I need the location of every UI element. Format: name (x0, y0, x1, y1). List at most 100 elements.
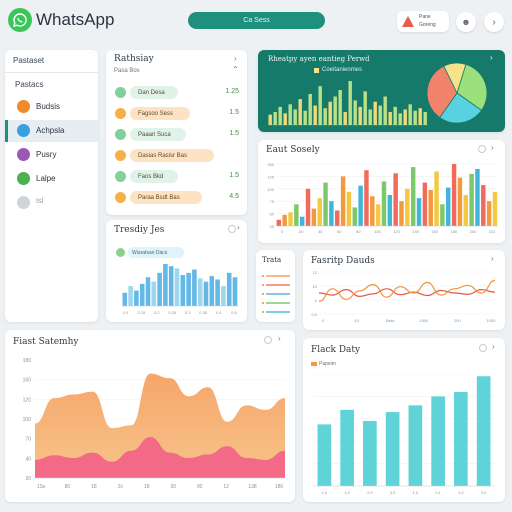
chat-row[interactable]: Faos Bkd 1.5 (106, 168, 247, 186)
profile-name: Pane (419, 14, 431, 20)
sidebar-item-budsis[interactable]: Budsis (5, 96, 98, 118)
x-tick-label: 0.3 (185, 310, 191, 315)
x-tick-label: 3.0 (390, 490, 396, 495)
bar (422, 182, 428, 226)
profile-chip[interactable]: Pane Goreng (397, 11, 449, 32)
bar (186, 272, 191, 306)
bar (221, 286, 226, 306)
sidebar-item-lalpe[interactable]: Lalpe (5, 168, 98, 190)
x-tick-label: 0.2 (154, 310, 160, 315)
x-tick-label: 2.0 (367, 490, 373, 495)
y-tick-label: 25 (270, 224, 275, 229)
chevron-right-icon[interactable]: › (484, 12, 504, 32)
area-chart-title: Fiast Satemhy (13, 337, 79, 347)
chat-avatar-icon (115, 171, 126, 182)
bar (353, 100, 357, 125)
bar (180, 275, 186, 306)
y-tick-label: 20 (25, 476, 31, 482)
sidebar-section-label: Pastacs (15, 80, 44, 89)
bar (298, 99, 302, 125)
y-tick-label: 0.5 (311, 312, 317, 317)
x-tick-label: 200 (470, 229, 477, 234)
overview-title: Rheatpy ayen eantieg Perwd (268, 55, 370, 63)
chat-avatar-icon (115, 192, 126, 203)
chat-row[interactable]: Paaan Suca 1.5 (106, 126, 247, 144)
sidebar-item-pusry[interactable]: Pusry (5, 144, 98, 166)
bar (151, 281, 157, 306)
bar (283, 113, 287, 125)
x-tick-label: 1500 (419, 318, 429, 323)
x-tick-label: 0.4 (216, 310, 222, 315)
bar (388, 112, 392, 125)
info-icon[interactable] (478, 145, 486, 153)
y-tick-label: 75 (270, 199, 275, 204)
overview-bar-chart (268, 81, 428, 126)
item-avatar-icon (17, 148, 30, 161)
chat-row[interactable]: Dan Desa 1.25 (106, 84, 247, 102)
item-avatar-icon (17, 124, 30, 137)
sidebar: Pastaset Pastacs Budsis Achpsla Pusry La… (5, 50, 98, 322)
chat-row[interactable]: Paraa Bsdt Bas 4.5 (106, 189, 247, 207)
bar (408, 405, 423, 486)
info-icon[interactable] (479, 344, 487, 352)
bar (446, 187, 451, 226)
bar (454, 391, 468, 486)
bar (215, 279, 220, 306)
bar (268, 114, 272, 125)
whatsapp-logo-icon (8, 8, 32, 32)
chevron-right-icon[interactable]: › (491, 254, 494, 263)
chevron-right-icon[interactable]: › (278, 334, 281, 343)
chat-row[interactable]: Fagsoo Sess 1.5 (106, 105, 247, 123)
chevron-up-icon[interactable]: ⌃ (232, 65, 239, 74)
bar (163, 264, 168, 306)
bar (375, 204, 381, 226)
x-tick-label: 80 (356, 229, 361, 234)
bar (413, 110, 417, 125)
bar (373, 101, 377, 125)
sidebar-item-isl[interactable]: Isl (5, 192, 98, 214)
overview-panel: Rheatpy ayen eantieg Perwd Coeitanienmes… (258, 50, 505, 132)
line-chart-title: Fasritp Dauds (311, 256, 375, 266)
bar (399, 201, 404, 226)
eaut-sosely-panel: Eaut Sosely › 150 125 100 75 50 25 0 20 40 60 80 10… (258, 140, 505, 243)
bar (398, 113, 402, 125)
y-tick-label: 125 (267, 174, 274, 179)
bar (157, 272, 162, 306)
bar (323, 182, 328, 226)
bar (317, 424, 332, 486)
chevron-right-icon[interactable]: › (234, 54, 237, 63)
bar (276, 219, 282, 226)
bar (385, 412, 400, 486)
bar (368, 109, 372, 125)
bar (476, 376, 491, 486)
chevron-right-icon[interactable]: › (237, 223, 240, 232)
sidebar-item-label: Isl (36, 198, 43, 205)
x-tick-label: 200 (454, 318, 461, 323)
chat-value: 1.5 (229, 172, 239, 179)
chat-bubble: Dan Desa (130, 86, 178, 99)
chat-row[interactable]: Dasias Rasisr Bas (106, 147, 247, 165)
profile-subname: Goreng (419, 22, 436, 28)
chat-avatar-icon (115, 108, 126, 119)
chat-avatar-icon (115, 150, 126, 161)
chevron-right-icon[interactable]: › (492, 342, 495, 351)
info-icon[interactable] (228, 225, 236, 233)
x-tick-label: 0.1 (123, 310, 129, 315)
bar (209, 276, 215, 306)
chevron-right-icon[interactable]: › (490, 53, 493, 62)
user-icon[interactable]: ☻ (456, 12, 476, 32)
sidebar-item-achpsla[interactable]: Achpsla (5, 120, 98, 142)
bar (128, 286, 133, 306)
x-tick-label: 120 (393, 229, 400, 234)
search-button[interactable]: Ca Sess (188, 12, 325, 29)
info-icon[interactable] (264, 336, 272, 344)
bar (139, 283, 145, 306)
x-tick-label: 0 (322, 318, 325, 323)
chevron-right-icon[interactable]: › (491, 143, 494, 152)
x-tick-label: 1.0 (458, 490, 464, 495)
bar (278, 106, 282, 125)
bar (282, 214, 287, 226)
bar (440, 204, 445, 226)
bar (340, 409, 354, 486)
trending-panel: Tresdiy Jes › Wiaratsan Dacs 0.1 0.15 0.2 0… (106, 220, 247, 322)
